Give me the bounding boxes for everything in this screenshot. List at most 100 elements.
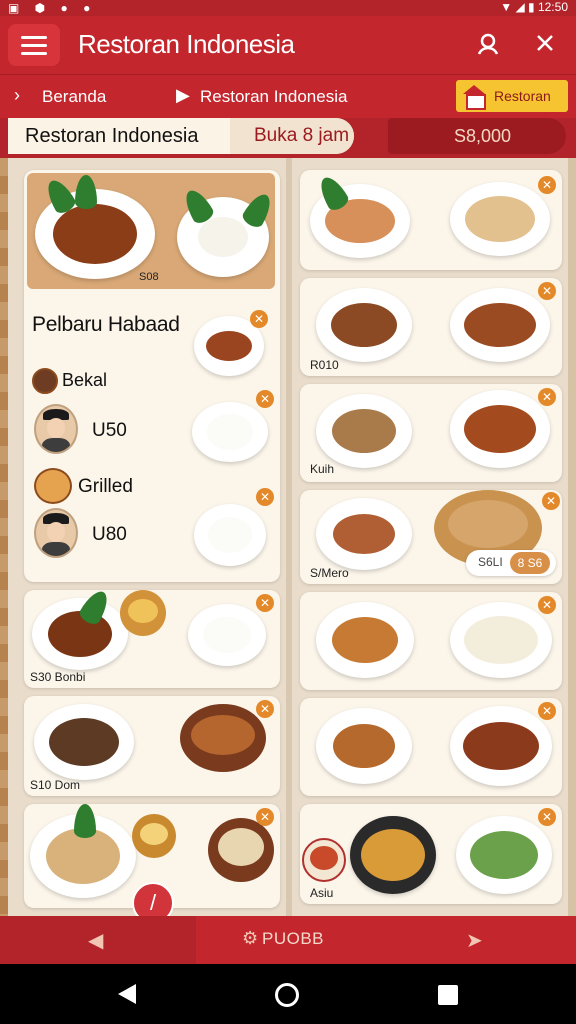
sambal-bowl (302, 838, 346, 882)
featured-code: S08 (139, 271, 159, 283)
rice-dish (192, 402, 268, 462)
system-nav-bar (0, 964, 576, 1024)
menu-card-right-6[interactable]: ✕ (300, 698, 562, 796)
close-icon[interactable] (530, 30, 560, 60)
quantity-pill[interactable]: S6LI 8 S6 (466, 550, 556, 576)
curry-bowl (180, 704, 266, 772)
add-badge-icon[interactable]: ✕ (538, 596, 556, 614)
menu-icon (21, 35, 47, 39)
menu-card-right-1[interactable]: ✕ (300, 170, 562, 270)
column-divider (286, 158, 292, 916)
menu-icon (21, 51, 47, 55)
card-label: S30 Bonbi (30, 670, 86, 684)
row-value-2: U80 (92, 524, 127, 545)
card-label: S/Mero (310, 566, 349, 580)
breadcrumb: › Beranda ▶ Restoran Indonesia Restoran (0, 74, 576, 118)
restaurant-name: Restoran Indonesia (25, 125, 199, 147)
card-label: S10 Dom (30, 778, 81, 792)
featured-dish-title: Pelbaru Habaad (32, 313, 180, 336)
add-badge-icon[interactable]: ✕ (256, 808, 274, 826)
dish-thumb-icon (34, 468, 72, 504)
breadcrumb-item-current[interactable]: Restoran Indonesia (200, 87, 347, 107)
restaurant-bar: Restoran Indonesia Buka 8 jam S8,000 (0, 118, 576, 158)
leaf-garnish (74, 804, 96, 838)
menu-card-right-2[interactable]: ✕ R010 (300, 278, 562, 376)
status-bar: ▣ ⬢ ● ● ▼ ◢ ▮ 12:50 (0, 0, 576, 16)
open-status-chip[interactable]: Buka 8 jam (230, 118, 354, 154)
add-badge-icon[interactable]: ✕ (538, 282, 556, 300)
meat-plate (34, 704, 134, 780)
house-icon (462, 85, 486, 110)
add-badge-icon[interactable]: ✕ (256, 700, 274, 718)
fried-plate (316, 708, 412, 784)
profile-icon[interactable] (473, 30, 503, 60)
card-label: Asiu (310, 886, 334, 900)
restaurant-name-pill: Restoran Indonesia Buka 8 jam (8, 118, 354, 154)
recent-apps-icon[interactable] (438, 985, 458, 1005)
menu-card-left-2[interactable]: ✕ S30 Bonbi (24, 590, 280, 688)
add-badge-icon[interactable]: ✕ (538, 176, 556, 194)
add-badge-icon[interactable]: ✕ (538, 388, 556, 406)
profile-icon-svg (477, 33, 499, 55)
menu-card-right-5[interactable]: ✕ (300, 592, 562, 690)
quantity-pill-label: S6LI (478, 555, 503, 569)
row-label-bekal: Bekal (62, 370, 108, 390)
fried-rice-plate (350, 816, 436, 894)
menu-card-right-3[interactable]: ✕ Kuih (300, 384, 562, 482)
featured-dish-image: S08 (27, 173, 277, 289)
grilled-fish-plate (450, 706, 552, 786)
side-bowl (120, 590, 166, 636)
breadcrumb-item-home[interactable]: Beranda (42, 87, 106, 107)
satay-plate (316, 288, 412, 362)
dumpling-plate (450, 182, 550, 256)
add-badge-icon[interactable]: ✕ (256, 390, 274, 408)
close-icon-svg (537, 35, 553, 51)
forward-icon[interactable]: ➤ (466, 928, 483, 953)
price-box[interactable]: S8,000 (388, 118, 566, 154)
add-badge-icon[interactable]: ✕ (542, 492, 560, 510)
back-icon[interactable] (118, 984, 136, 1004)
restaurant-home-label: Restoran (494, 88, 551, 104)
menu-icon (21, 43, 47, 47)
sausage-plate (450, 288, 550, 362)
add-badge-icon[interactable]: ✕ (256, 488, 274, 506)
menu-card-right-4[interactable]: ✕ S6LI 8 S6 S/Mero (300, 490, 562, 584)
menu-card-right-7[interactable]: ✕ Asiu (300, 804, 562, 904)
add-badge-icon[interactable]: ✕ (250, 310, 268, 328)
card-label: Kuih (310, 462, 335, 476)
open-status-label: Buka 8 jam (254, 125, 350, 146)
row-label-grilled: Grilled (78, 476, 133, 497)
menu-card-left-3[interactable]: ✕ S10 Dom (24, 696, 280, 796)
app-bar: Restoran Indonesia (0, 16, 576, 74)
restaurant-home-button[interactable]: Restoran (456, 80, 568, 112)
price-value: S8,000 (454, 126, 512, 146)
egg-plate (450, 602, 552, 678)
status-icons-right: ▼ ◢ ▮ 12:50 (500, 0, 568, 14)
row-value-1: U50 (92, 420, 127, 441)
chevron-right-icon: › (14, 85, 20, 105)
menu-grid: S08 Pelbaru Habaad ✕ Bekal U50 ✕ Grilled… (0, 158, 576, 916)
bottom-bar: ◀ ⚙ PUOBB ➤ (0, 916, 576, 964)
skip-back-icon[interactable]: ◀ (88, 928, 103, 953)
add-badge-icon[interactable]: ✕ (256, 594, 274, 612)
salad-plate (456, 816, 552, 894)
add-badge-icon[interactable]: ✕ (538, 808, 556, 826)
side-bowl (132, 814, 176, 858)
play-arrow-icon: ▶ (176, 85, 190, 105)
decorative-border-left (0, 158, 8, 916)
featured-dish-card[interactable]: S08 Pelbaru Habaad ✕ Bekal U50 ✕ Grilled… (24, 170, 280, 582)
rice-dish (188, 604, 266, 666)
rice-dish (194, 504, 266, 566)
center-tab-label[interactable]: PUOBB (262, 929, 324, 949)
card-label: R010 (310, 358, 339, 372)
grilled-plate (450, 390, 550, 468)
leaf-garnish (75, 175, 97, 209)
home-icon[interactable] (275, 983, 299, 1007)
settings-icon: ⚙ (242, 928, 259, 948)
app-title: Restoran Indonesia (78, 29, 295, 59)
noodle-plate (316, 602, 414, 678)
avatar-small (32, 368, 58, 394)
decorative-border-right (568, 158, 576, 916)
menu-button[interactable] (8, 24, 60, 66)
add-badge-icon[interactable]: ✕ (538, 702, 556, 720)
